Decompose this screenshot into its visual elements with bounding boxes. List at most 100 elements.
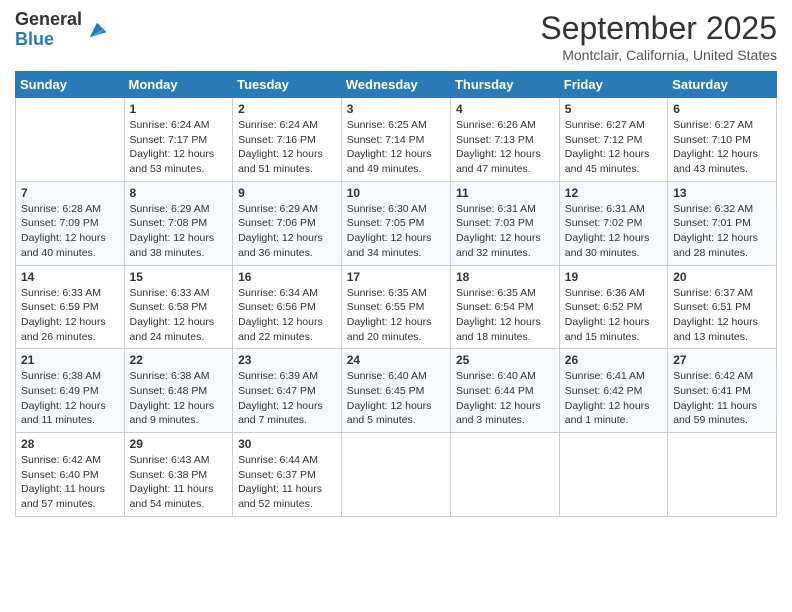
day-number: 22 xyxy=(130,353,228,367)
location-title: Montclair, California, United States xyxy=(540,47,777,63)
calendar-week-0: 1 Sunrise: 6:24 AMSunset: 7:17 PMDaylight… xyxy=(16,98,777,182)
day-number: 25 xyxy=(456,353,554,367)
calendar-cell: 1 Sunrise: 6:24 AMSunset: 7:17 PMDaylight… xyxy=(124,98,233,182)
day-info: Sunrise: 6:30 AMSunset: 7:05 PMDaylight:… xyxy=(347,203,432,259)
title-block: September 2025 Montclair, California, Un… xyxy=(540,10,777,63)
calendar-cell: 13 Sunrise: 6:32 AMSunset: 7:01 PMDayligh… xyxy=(668,181,777,265)
day-info: Sunrise: 6:24 AMSunset: 7:16 PMDaylight:… xyxy=(238,119,323,175)
day-number: 21 xyxy=(21,353,119,367)
day-number: 16 xyxy=(238,270,336,284)
day-number: 13 xyxy=(673,186,771,200)
calendar-cell: 29 Sunrise: 6:43 AMSunset: 6:38 PMDayligh… xyxy=(124,433,233,517)
day-info: Sunrise: 6:27 AMSunset: 7:10 PMDaylight:… xyxy=(673,119,758,175)
calendar-week-3: 21 Sunrise: 6:38 AMSunset: 6:49 PMDayligh… xyxy=(16,349,777,433)
day-number: 1 xyxy=(130,102,228,116)
day-number: 4 xyxy=(456,102,554,116)
calendar-cell xyxy=(16,98,125,182)
day-info: Sunrise: 6:42 AMSunset: 6:41 PMDaylight:… xyxy=(673,370,757,426)
day-info: Sunrise: 6:41 AMSunset: 6:42 PMDaylight:… xyxy=(565,370,650,426)
weekday-header-tuesday: Tuesday xyxy=(233,72,342,98)
calendar-cell: 15Sunrise: 6:33 AMSunset: 6:58 PMDayligh… xyxy=(124,265,233,349)
calendar-cell: 26 Sunrise: 6:41 AMSunset: 6:42 PMDayligh… xyxy=(559,349,667,433)
day-info: Sunrise: 6:38 AMSunset: 6:49 PMDaylight:… xyxy=(21,370,106,426)
day-number: 5 xyxy=(565,102,662,116)
day-info: Sunrise: 6:34 AMSunset: 6:56 PMDaylight:… xyxy=(238,287,323,343)
calendar-cell: 5 Sunrise: 6:27 AMSunset: 7:12 PMDaylight… xyxy=(559,98,667,182)
weekday-header-saturday: Saturday xyxy=(668,72,777,98)
calendar-cell: 23Sunrise: 6:39 AMSunset: 6:47 PMDayligh… xyxy=(233,349,342,433)
day-number: 27 xyxy=(673,353,771,367)
calendar-cell: 21 Sunrise: 6:38 AMSunset: 6:49 PMDayligh… xyxy=(16,349,125,433)
day-info: Sunrise: 6:26 AMSunset: 7:13 PMDaylight:… xyxy=(456,119,541,175)
day-info: Sunrise: 6:33 AMSunset: 6:58 PMDaylight:… xyxy=(130,287,215,343)
day-info: Sunrise: 6:32 AMSunset: 7:01 PMDaylight:… xyxy=(673,203,758,259)
day-info: Sunrise: 6:28 AMSunset: 7:09 PMDaylight:… xyxy=(21,203,106,259)
calendar-cell: 24 Sunrise: 6:40 AMSunset: 6:45 PMDayligh… xyxy=(341,349,450,433)
day-number: 12 xyxy=(565,186,662,200)
day-number: 8 xyxy=(130,186,228,200)
day-info: Sunrise: 6:37 AMSunset: 6:51 PMDaylight:… xyxy=(673,287,758,343)
calendar-cell: 14 Sunrise: 6:33 AMSunset: 6:59 PMDayligh… xyxy=(16,265,125,349)
calendar-cell xyxy=(559,433,667,517)
day-number: 2 xyxy=(238,102,336,116)
calendar-week-1: 7 Sunrise: 6:28 AMSunset: 7:09 PMDaylight… xyxy=(16,181,777,265)
day-info: Sunrise: 6:40 AMSunset: 6:45 PMDaylight:… xyxy=(347,370,432,426)
logo-icon xyxy=(86,19,108,41)
calendar-cell xyxy=(668,433,777,517)
day-info: Sunrise: 6:40 AMSunset: 6:44 PMDaylight:… xyxy=(456,370,541,426)
calendar-cell: 20Sunrise: 6:37 AMSunset: 6:51 PMDayligh… xyxy=(668,265,777,349)
calendar-cell: 27 Sunrise: 6:42 AMSunset: 6:41 PMDayligh… xyxy=(668,349,777,433)
day-number: 18 xyxy=(456,270,554,284)
day-number: 6 xyxy=(673,102,771,116)
calendar-cell: 4 Sunrise: 6:26 AMSunset: 7:13 PMDaylight… xyxy=(450,98,559,182)
day-number: 14 xyxy=(21,270,119,284)
logo-blue: Blue xyxy=(15,30,82,50)
day-info: Sunrise: 6:42 AMSunset: 6:40 PMDaylight:… xyxy=(21,454,105,510)
calendar-cell: 18 Sunrise: 6:35 AMSunset: 6:54 PMDayligh… xyxy=(450,265,559,349)
day-info: Sunrise: 6:35 AMSunset: 6:55 PMDaylight:… xyxy=(347,287,432,343)
day-number: 29 xyxy=(130,437,228,451)
weekday-header-row: SundayMondayTuesdayWednesdayThursdayFrid… xyxy=(16,72,777,98)
calendar-cell: 3Sunrise: 6:25 AMSunset: 7:14 PMDaylight… xyxy=(341,98,450,182)
day-info: Sunrise: 6:31 AMSunset: 7:02 PMDaylight:… xyxy=(565,203,650,259)
calendar-cell: 28 Sunrise: 6:42 AMSunset: 6:40 PMDayligh… xyxy=(16,433,125,517)
day-number: 24 xyxy=(347,353,445,367)
day-number: 3 xyxy=(347,102,445,116)
calendar-cell: 17 Sunrise: 6:35 AMSunset: 6:55 PMDayligh… xyxy=(341,265,450,349)
day-info: Sunrise: 6:33 AMSunset: 6:59 PMDaylight:… xyxy=(21,287,106,343)
calendar-cell: 30 Sunrise: 6:44 AMSunset: 6:37 PMDayligh… xyxy=(233,433,342,517)
weekday-header-thursday: Thursday xyxy=(450,72,559,98)
logo-general: General xyxy=(15,10,82,30)
day-number: 28 xyxy=(21,437,119,451)
day-info: Sunrise: 6:24 AMSunset: 7:17 PMDaylight:… xyxy=(130,119,215,175)
day-number: 17 xyxy=(347,270,445,284)
calendar-cell: 19Sunrise: 6:36 AMSunset: 6:52 PMDayligh… xyxy=(559,265,667,349)
day-number: 23 xyxy=(238,353,336,367)
calendar-cell: 10Sunrise: 6:30 AMSunset: 7:05 PMDayligh… xyxy=(341,181,450,265)
day-info: Sunrise: 6:29 AMSunset: 7:06 PMDaylight:… xyxy=(238,203,323,259)
calendar-cell: 22Sunrise: 6:38 AMSunset: 6:48 PMDayligh… xyxy=(124,349,233,433)
calendar-cell: 9Sunrise: 6:29 AMSunset: 7:06 PMDaylight… xyxy=(233,181,342,265)
day-info: Sunrise: 6:27 AMSunset: 7:12 PMDaylight:… xyxy=(565,119,650,175)
day-number: 26 xyxy=(565,353,662,367)
month-title: September 2025 xyxy=(540,10,777,47)
day-number: 11 xyxy=(456,186,554,200)
day-info: Sunrise: 6:29 AMSunset: 7:08 PMDaylight:… xyxy=(130,203,215,259)
day-number: 7 xyxy=(21,186,119,200)
day-info: Sunrise: 6:44 AMSunset: 6:37 PMDaylight:… xyxy=(238,454,322,510)
page-header: General Blue September 2025 Montclair, C… xyxy=(15,10,777,63)
day-info: Sunrise: 6:43 AMSunset: 6:38 PMDaylight:… xyxy=(130,454,214,510)
calendar-cell: 16 Sunrise: 6:34 AMSunset: 6:56 PMDayligh… xyxy=(233,265,342,349)
weekday-header-friday: Friday xyxy=(559,72,667,98)
calendar-week-4: 28 Sunrise: 6:42 AMSunset: 6:40 PMDayligh… xyxy=(16,433,777,517)
logo: General Blue xyxy=(15,10,108,50)
day-info: Sunrise: 6:35 AMSunset: 6:54 PMDaylight:… xyxy=(456,287,541,343)
day-number: 30 xyxy=(238,437,336,451)
weekday-header-sunday: Sunday xyxy=(16,72,125,98)
calendar-table: SundayMondayTuesdayWednesdayThursdayFrid… xyxy=(15,71,777,517)
calendar-cell: 7 Sunrise: 6:28 AMSunset: 7:09 PMDaylight… xyxy=(16,181,125,265)
calendar-cell: 6 Sunrise: 6:27 AMSunset: 7:10 PMDaylight… xyxy=(668,98,777,182)
day-info: Sunrise: 6:36 AMSunset: 6:52 PMDaylight:… xyxy=(565,287,650,343)
calendar-week-2: 14 Sunrise: 6:33 AMSunset: 6:59 PMDayligh… xyxy=(16,265,777,349)
calendar-cell: 8 Sunrise: 6:29 AMSunset: 7:08 PMDaylight… xyxy=(124,181,233,265)
